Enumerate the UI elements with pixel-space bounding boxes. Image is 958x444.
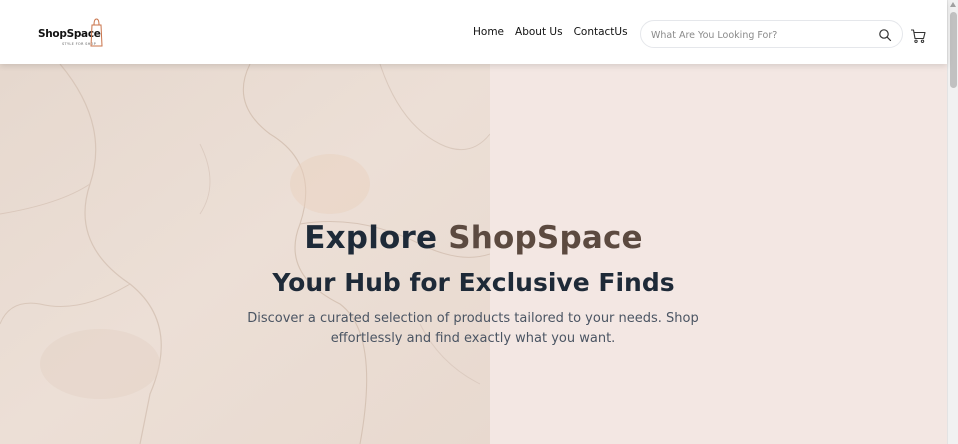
cart-icon[interactable] — [910, 28, 926, 44]
nav-contact-link[interactable]: ContactUs — [574, 26, 628, 38]
main-nav: Home About Us ContactUs — [473, 26, 639, 38]
search-box — [640, 20, 903, 48]
scrollbar-thumb[interactable] — [950, 12, 957, 88]
nav-home-link[interactable]: Home — [473, 26, 504, 38]
shopping-bag-icon — [90, 18, 103, 47]
logo[interactable]: ShopSpace STYLE FOR SHOP — [36, 16, 106, 50]
hero-description: Discover a curated selection of products… — [247, 311, 699, 346]
search-input[interactable] — [651, 27, 866, 43]
hero-title-brand: ShopSpace — [448, 220, 643, 256]
hero-section: Explore ShopSpace Your Hub for Exclusive… — [0, 64, 947, 444]
hero-title-prefix: Explore — [304, 220, 449, 256]
nav-about-link[interactable]: About Us — [515, 26, 563, 38]
site-header: ShopSpace STYLE FOR SHOP Home About Us C… — [0, 0, 947, 64]
hero-subtitle: Your Hub for Exclusive Finds — [272, 268, 675, 297]
page-scrollbar[interactable] — [947, 0, 958, 444]
hero-title: Explore ShopSpace — [0, 220, 947, 256]
search-icon[interactable] — [878, 28, 892, 42]
scroll-up-arrow-icon[interactable] — [950, 2, 956, 7]
